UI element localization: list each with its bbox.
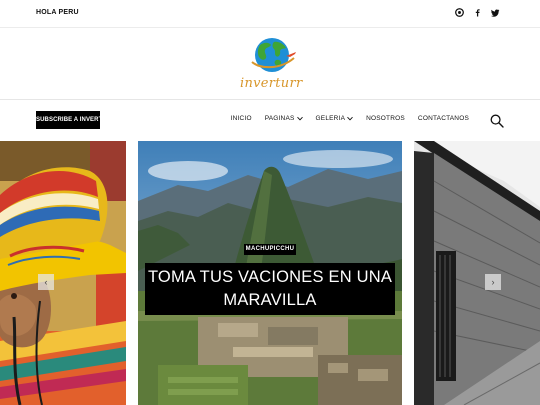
chevron-down-icon <box>347 116 353 121</box>
instagram-icon[interactable] <box>455 8 464 17</box>
top-bar: HOLA PERU <box>0 0 540 28</box>
nav-item-geleria[interactable]: GELERIA <box>316 115 354 122</box>
slide-category-badge[interactable]: MACHUPICCHU <box>244 244 296 255</box>
nav-item-label: NOSOTROS <box>366 115 405 122</box>
chevron-down-icon <box>296 116 303 121</box>
slider-prev-button[interactable]: ‹ <box>38 274 54 290</box>
globe-logo-icon <box>251 38 296 72</box>
site-logo[interactable]: inverturr <box>240 36 302 92</box>
facebook-icon[interactable] <box>473 8 482 17</box>
twitter-icon[interactable] <box>491 8 500 17</box>
nav-item-label: INICIO <box>230 115 252 122</box>
nav-item-label: CONTACTANOS <box>417 115 469 122</box>
main-nav: SUBSCRIBE A INVERTURR INICIO PAGINAS GEL… <box>0 100 540 140</box>
logo-area: inverturr <box>0 28 540 100</box>
chevron-right-icon: › <box>491 277 495 287</box>
slide-image-right[interactable] <box>414 141 540 405</box>
slider-next-button[interactable]: › <box>485 274 501 290</box>
subscribe-button[interactable]: SUBSCRIBE A INVERTURR <box>36 111 116 129</box>
nav-item-label: PAGINAS <box>264 115 295 122</box>
slide-image-left[interactable] <box>0 141 126 405</box>
nav-item-contactanos[interactable]: CONTACTANOS <box>418 115 469 122</box>
nav-item-inicio[interactable]: INICIO <box>231 115 252 122</box>
greeting-text: HOLA PERU <box>36 9 79 16</box>
search-icon[interactable] <box>490 114 504 128</box>
nav-item-label: GELERIA <box>315 115 346 122</box>
nav-item-nosotros[interactable]: NOSOTROS <box>366 115 405 122</box>
social-links <box>455 8 500 17</box>
slide-headline[interactable]: TOMA TUS VACIONES EN UNA MARAVILLA <box>145 263 395 315</box>
logo-text: inverturr <box>240 76 303 91</box>
chevron-left-icon: ‹ <box>44 277 48 287</box>
nav-item-paginas[interactable]: PAGINAS <box>265 115 303 122</box>
nav-menu: INICIO PAGINAS GELERIA NOSOTROS CONTACTA… <box>231 115 469 122</box>
